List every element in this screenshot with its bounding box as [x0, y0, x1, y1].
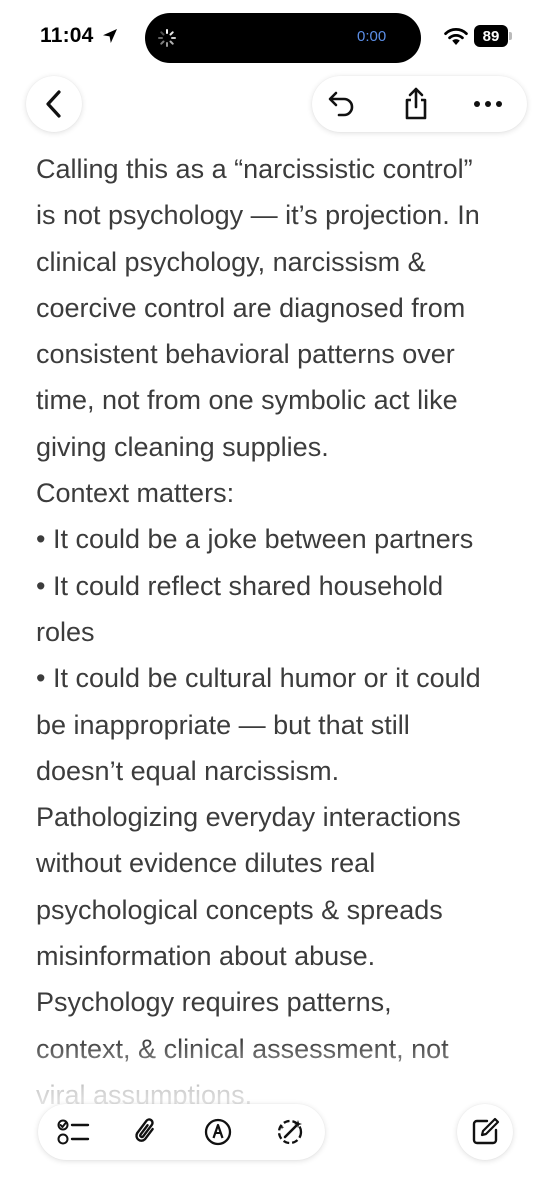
undo-icon [328, 91, 354, 117]
back-button[interactable] [26, 76, 82, 132]
note-line: Context matters: [36, 478, 235, 509]
note-line: Calling this as a “narcissistic control” [36, 154, 473, 184]
note-line: giving cleaning supplies. [36, 431, 329, 462]
note-line: is not psychology — it’s projection. In [36, 200, 480, 231]
writing-tools-icon [277, 1119, 303, 1145]
writing-tools-button[interactable] [262, 1104, 318, 1160]
status-time: 11:04 [40, 24, 94, 47]
note-line: roles [36, 616, 95, 647]
format-toolbar [38, 1104, 325, 1160]
note-body[interactable]: Calling this as a “narcissistic control”… [36, 146, 526, 1118]
share-button[interactable] [388, 76, 444, 132]
dynamic-island[interactable]: 0:00 [145, 13, 421, 63]
note-line: • It could be cultural humor or it could [36, 663, 481, 694]
battery-icon: 89 [474, 25, 512, 47]
note-line: • It could reflect shared household [36, 570, 444, 601]
undo-button[interactable] [314, 76, 370, 132]
compose-button[interactable] [457, 1104, 513, 1160]
markup-pen-icon [204, 1118, 232, 1146]
note-line: time, not from one symbolic act like [36, 385, 458, 416]
note-line: Pathologizing everyday interactions [36, 802, 461, 833]
chevron-left-icon [46, 90, 61, 118]
battery-tip [509, 32, 512, 40]
battery-level: 89 [474, 25, 508, 47]
note-line: doesn’t equal narcissism. [36, 755, 340, 786]
checklist-button[interactable] [46, 1104, 102, 1160]
note-line: psychological concepts & spreads [36, 894, 443, 925]
note-line: without evidence dilutes real [36, 848, 376, 879]
note-line: misinformation about abuse. [36, 941, 376, 972]
share-icon [405, 87, 427, 120]
note-line: • It could be a joke between partners [36, 524, 474, 555]
checklist-icon [57, 1119, 90, 1145]
compose-icon [472, 1117, 500, 1145]
island-timer: 0:00 [357, 28, 387, 45]
note-line: be inappropriate — but that still [36, 709, 410, 740]
status-bar: 11:04 0:00 89 [0, 0, 553, 74]
markup-button[interactable] [190, 1104, 246, 1160]
note-line: consistent behavioral patterns over [36, 339, 455, 370]
note-line: Psychology requires patterns, [36, 987, 392, 1018]
note-line: coercive control are diagnosed from [36, 292, 466, 323]
attach-button[interactable] [118, 1104, 174, 1160]
more-button[interactable] [460, 76, 516, 132]
more-icon [474, 101, 502, 107]
wifi-icon [444, 28, 468, 45]
location-arrow-icon [103, 29, 117, 43]
note-line: clinical psychology, narcissism & [36, 246, 426, 277]
note-actions-pill [312, 76, 527, 132]
spinner-icon [158, 29, 176, 47]
paperclip-icon [135, 1118, 154, 1142]
